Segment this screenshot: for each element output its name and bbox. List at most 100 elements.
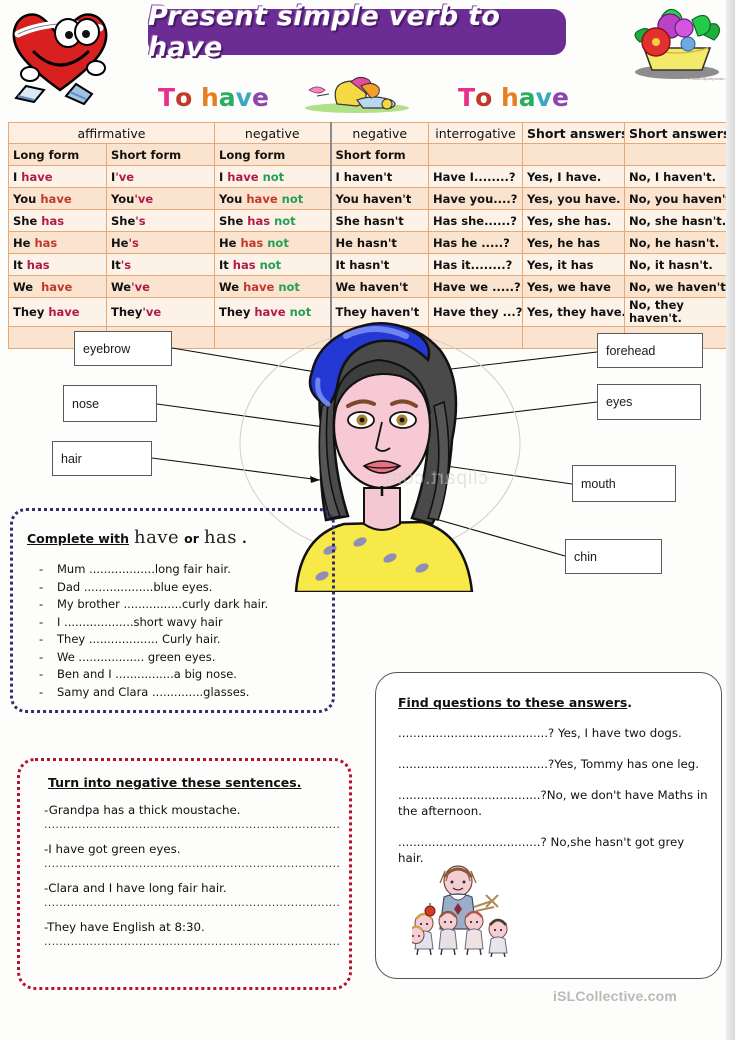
list-item[interactable]: -I ...................short wavy hair	[39, 614, 329, 632]
cell-affirmative-short: You've	[106, 187, 215, 210]
cell-short-no: No, I haven't.	[624, 165, 727, 188]
answer-line[interactable]: ........................................…	[44, 935, 340, 948]
cell-short-yes: Yes, she has.	[522, 209, 625, 232]
label-forehead[interactable]: forehead	[597, 333, 703, 368]
table-row: She has She's She has not She hasn't Has…	[8, 209, 727, 232]
category-interrogative: interrogative	[428, 122, 523, 144]
running-heart-icon	[12, 13, 108, 106]
exercise-negative-box: Turn into negative these sentences. -Gra…	[17, 758, 352, 990]
list-item[interactable]: - My brother ................curly dark h…	[39, 596, 329, 614]
worksheet-title-banner: Present simple verb to have	[148, 1, 566, 63]
label-chin[interactable]: chin	[565, 539, 662, 574]
negative-sentence: -They have English at 8:30.	[44, 920, 205, 934]
cell-short-no: No, it hasn't.	[624, 253, 727, 276]
cell-affirmative-long: He has	[8, 231, 107, 254]
cell-affirmative-short: We've	[106, 275, 215, 298]
cell-interrogative: Have we .....?	[428, 275, 523, 298]
bullet-dash: -	[39, 579, 44, 594]
exercise-negative-list: -Grandpa has a thick moustache. ........…	[44, 803, 340, 959]
cell-negative-long: We have not	[214, 275, 331, 298]
cell-negative-long: He has not	[214, 231, 331, 254]
list-item[interactable]: - Dad ...................blue eyes.	[39, 579, 329, 597]
category-negative-long: negative	[214, 122, 331, 144]
cell-affirmative-long: She has	[8, 209, 107, 232]
to-have-text-right: To have	[458, 83, 569, 112]
subheader-blank-1	[428, 143, 523, 166]
cell-negative-long: I have not	[214, 165, 331, 188]
label-mouth-text: mouth	[581, 476, 616, 491]
table-row: It has It's It has not It hasn't Has it.…	[8, 253, 727, 276]
site-watermark: iSLCollective.com	[553, 988, 677, 1004]
cell-negative-short: He hasn't	[329, 231, 429, 254]
answer-line[interactable]: ........................................…	[44, 896, 340, 909]
find-title-end: .	[627, 695, 633, 710]
subheader-short-form-neg: Short form	[329, 143, 429, 166]
answer-line[interactable]: ........................................…	[44, 857, 340, 870]
find-question-item[interactable]: ......................................? …	[398, 834, 708, 866]
cell-short-no: No, we haven't.	[624, 275, 727, 298]
cell-affirmative-short: I've	[106, 165, 215, 188]
cell-negative-long: It has not	[214, 253, 331, 276]
cell-affirmative-long: You have	[8, 187, 107, 210]
category-negative-short: negative	[329, 122, 429, 144]
cell-short-yes: Yes, I have.	[522, 165, 625, 188]
teacher-and-children-illustration	[412, 865, 508, 958]
table-row: I have I've I have not I haven't Have I.…	[8, 165, 727, 188]
subheader-blank-2	[522, 143, 625, 166]
list-item[interactable]: - They ................... Curly hair.	[39, 631, 329, 649]
cell-affirmative-short: He's	[106, 231, 215, 254]
list-item-text: We .................. green eyes.	[57, 649, 216, 664]
bullet-dash: -	[39, 614, 44, 629]
cell-negative-short: I haven't	[329, 165, 429, 188]
find-question-item[interactable]: ......................................?N…	[398, 787, 708, 819]
subheader-long-form-aff: Long form	[8, 143, 107, 166]
cell-affirmative-long: We have	[8, 275, 107, 298]
cell-negative-short: She hasn't	[329, 209, 429, 232]
label-mouth[interactable]: mouth	[572, 465, 676, 502]
complete-title-or: or	[184, 531, 199, 546]
list-item[interactable]: - Ben and I ................a big nose.	[39, 666, 329, 684]
cell-short-yes: Yes, we have	[522, 275, 625, 298]
find-question-item[interactable]: ........................................…	[398, 756, 708, 772]
subheader-short-form-aff: Short form	[106, 143, 215, 166]
list-item-text: Dad ...................blue eyes.	[57, 579, 213, 594]
label-nose-text: nose	[72, 396, 100, 411]
subheader-long-form-neg: Long form	[214, 143, 331, 166]
cell-negative-long: She has not	[214, 209, 331, 232]
subheader-blank-3	[624, 143, 727, 166]
label-eyebrow[interactable]: eyebrow	[74, 331, 172, 366]
cell-negative-short: You haven't	[329, 187, 429, 210]
answer-line[interactable]: ........................................…	[44, 818, 340, 831]
find-title-main: Find questions to these answers	[398, 695, 628, 710]
cell-affirmative-short: She's	[106, 209, 215, 232]
table-row: He has He's He has not He hasn't Has he …	[8, 231, 727, 254]
label-forehead-text: forehead	[606, 343, 656, 358]
complete-word-have: have	[134, 527, 180, 548]
label-nose[interactable]: nose	[63, 385, 157, 422]
negative-sentence: -Clara and I have long fair hair.	[44, 881, 227, 895]
bullet-dash: -	[39, 632, 44, 646]
cell-affirmative-long: It has	[8, 253, 107, 276]
cell-short-yes: Yes, he has	[522, 231, 625, 254]
exercise-find-list: ........................................…	[398, 725, 708, 881]
label-hair-text: hair	[61, 451, 82, 466]
list-item[interactable]: - We .................. green eyes.	[39, 649, 329, 667]
list-item[interactable]: - Mum ..................long fair hair.	[39, 561, 329, 579]
bullet-dash: -	[39, 649, 44, 664]
cell-short-no: No, he hasn't.	[624, 231, 727, 254]
bullet-dash: -	[39, 597, 44, 611]
list-item[interactable]: - Samy and Clara ..............glasses.	[39, 684, 329, 702]
exercise-find-questions-box: Find questions to these answers. .......…	[375, 672, 722, 979]
exercise-complete-list: - Mum ..................long fair hair. -…	[39, 561, 329, 701]
negative-sentence: -I have got green eyes.	[44, 842, 181, 856]
label-hair[interactable]: hair	[52, 441, 152, 476]
list-item-text: I ...................short wavy hair	[57, 614, 223, 629]
svg-text:© www.clipartpanda.net: © www.clipartpanda.net	[688, 76, 731, 81]
label-eyes[interactable]: eyes	[597, 384, 701, 420]
exercise-complete-title: Complete with have or has .	[27, 527, 247, 548]
category-affirmative: affirmative	[8, 122, 215, 144]
complete-title-before: Complete with	[27, 531, 130, 546]
find-question-item[interactable]: ........................................…	[398, 725, 708, 741]
table-row: We have We've We have not We haven't Hav…	[8, 275, 727, 298]
cell-interrogative: Has it........?	[428, 253, 523, 276]
